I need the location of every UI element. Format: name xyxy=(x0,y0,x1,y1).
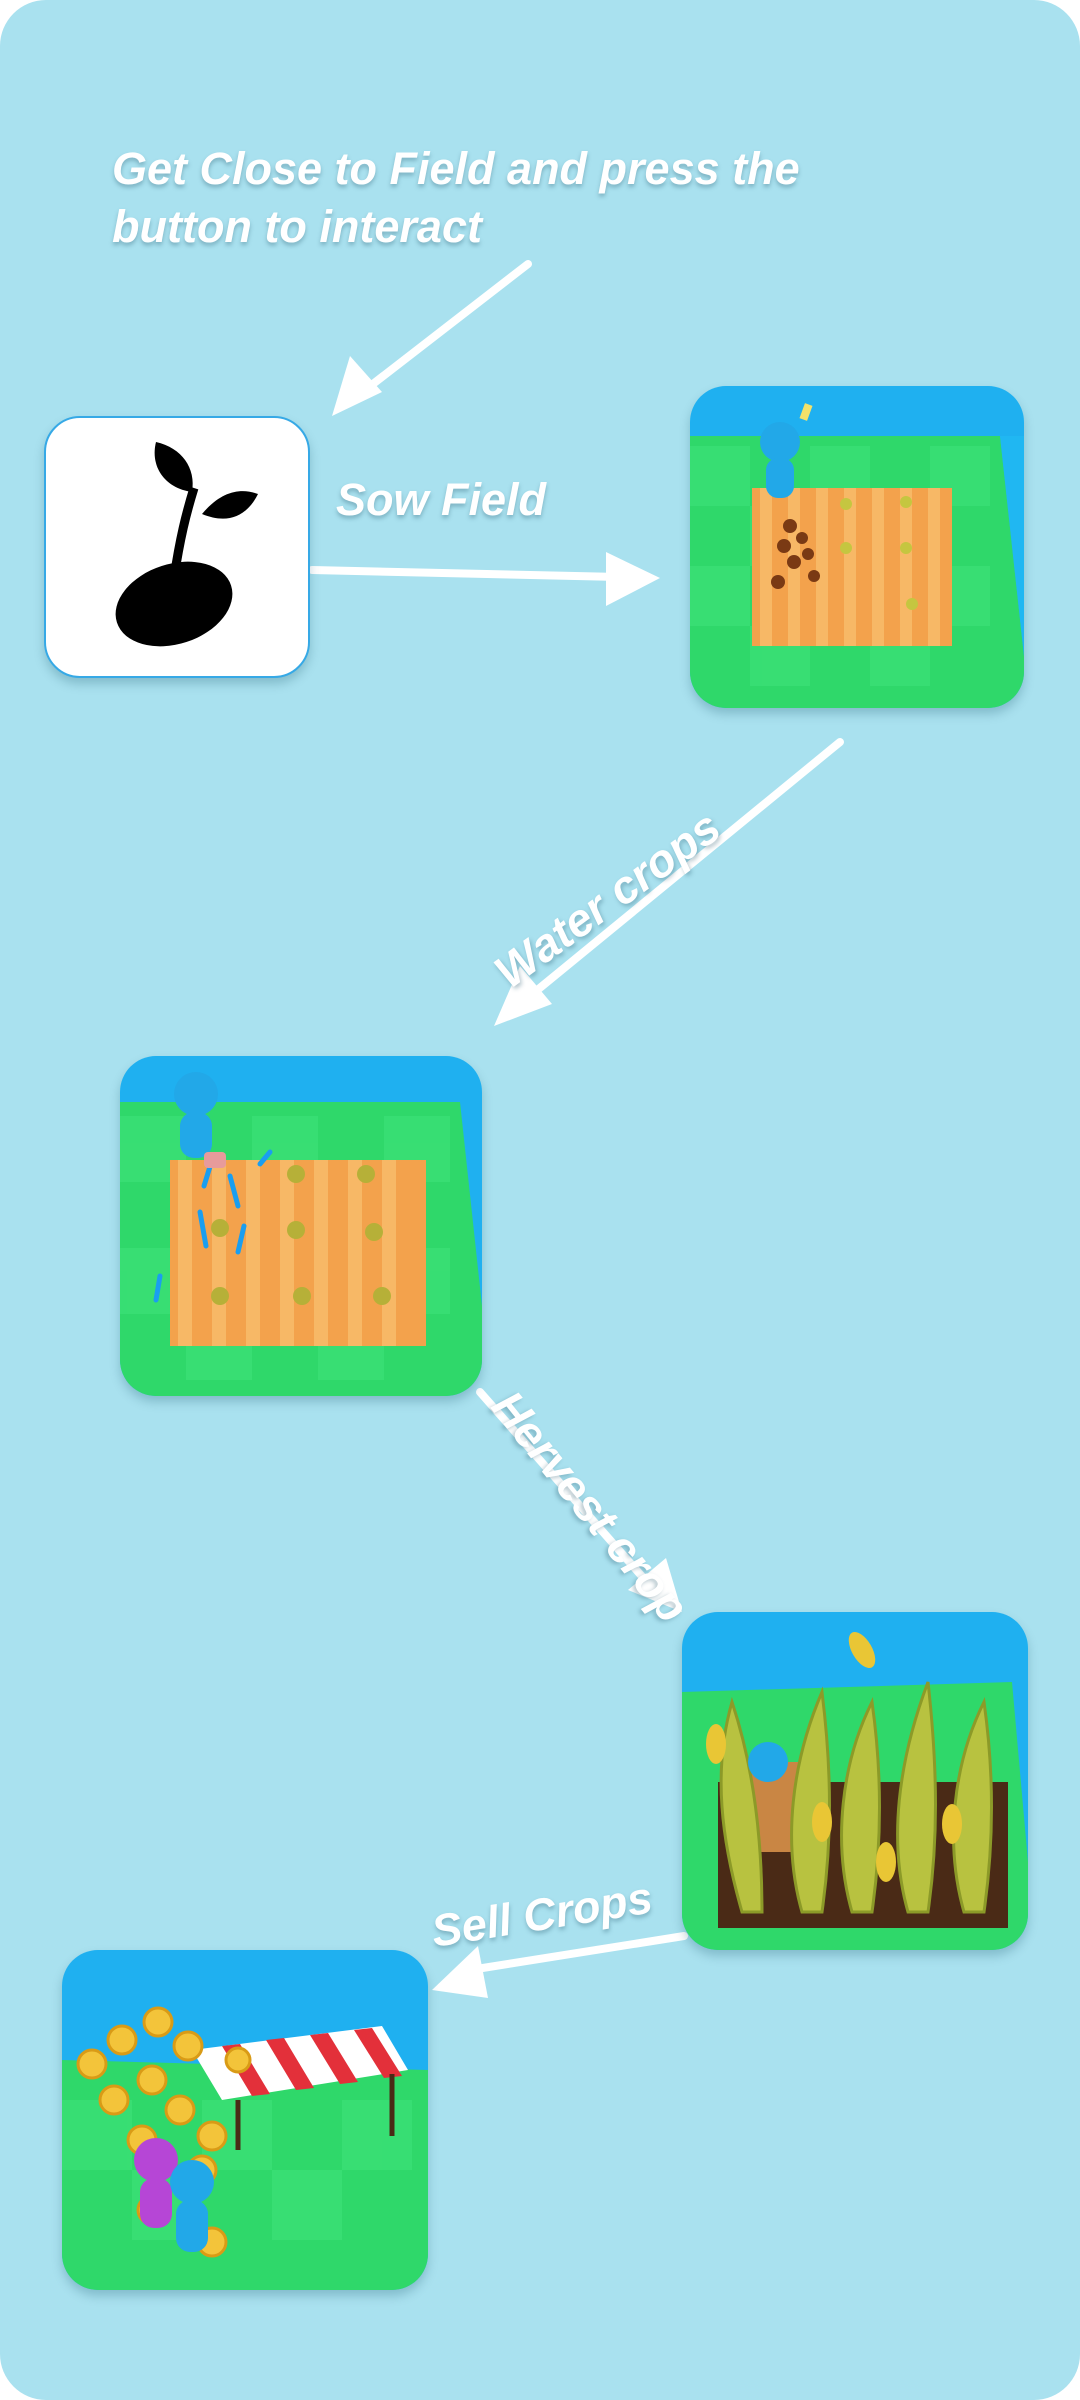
sell-crops-scene xyxy=(62,1950,428,2290)
harvest-crop-scene xyxy=(682,1612,1028,1950)
sprout-icon xyxy=(115,442,258,647)
tutorial-panel: Get Close to Field and press the button … xyxy=(0,0,1080,2400)
water-crops-scene xyxy=(120,1056,482,1396)
sow-field-scene xyxy=(690,386,1024,708)
sow-action-button[interactable] xyxy=(44,416,310,678)
intro-arrow xyxy=(356,260,532,398)
sow-arrow xyxy=(308,566,624,581)
step-label-sow: Sow Field xyxy=(336,474,547,525)
